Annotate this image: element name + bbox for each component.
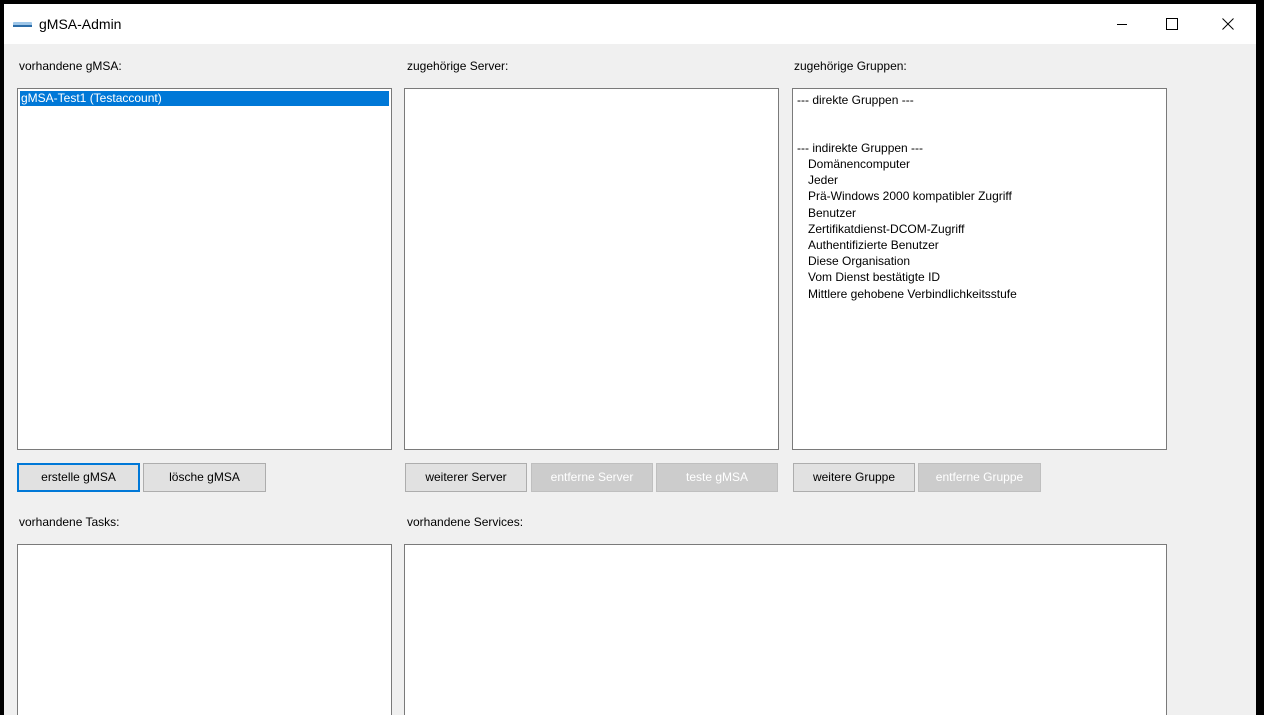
add-server-button[interactable]: weiterer Server <box>405 463 527 492</box>
group-item: Prä-Windows 2000 kompatibler Zugriff <box>808 189 1012 203</box>
app-icon <box>13 22 32 27</box>
tasks-listbox[interactable] <box>17 544 392 715</box>
group-item: Domänencomputer <box>808 157 911 171</box>
group-item: Mittlere gehobene Verbindlichkeitsstufe <box>808 287 1017 301</box>
title-bar[interactable]: gMSA-Admin <box>4 4 1260 44</box>
services-listbox[interactable] <box>404 544 1167 715</box>
group-item: Jeder <box>808 173 839 187</box>
minimize-button[interactable] <box>1094 4 1150 44</box>
test-gmsa-button[interactable]: teste gMSA <box>656 463 778 492</box>
gmsa-label: vorhandene gMSA: <box>19 59 122 73</box>
group-item: Diese Organisation <box>808 254 911 268</box>
maximize-button[interactable] <box>1144 4 1200 44</box>
group-item: Zertifikatdienst-DCOM-Zugriff <box>808 222 965 236</box>
servers-label: zugehörige Server: <box>407 59 509 73</box>
servers-listbox[interactable] <box>404 88 779 450</box>
remove-group-button[interactable]: entferne Gruppe <box>918 463 1041 492</box>
delete-gmsa-button[interactable]: lösche gMSA <box>143 463 266 492</box>
maximize-icon <box>1166 18 1178 30</box>
window-title: gMSA-Admin <box>39 16 122 32</box>
add-group-button[interactable]: weitere Gruppe <box>793 463 915 492</box>
minimize-icon <box>1117 24 1127 25</box>
group-item: Vom Dienst bestätigte ID <box>808 270 941 284</box>
group-item: Authentifizierte Benutzer <box>808 238 939 252</box>
close-icon <box>1222 18 1234 30</box>
groups-listbox[interactable]: --- direkte Gruppen --- --- indirekte Gr… <box>792 88 1167 450</box>
gmsa-listbox[interactable]: gMSA-Test1 (Testaccount) <box>17 88 392 450</box>
groups-label: zugehörige Gruppen: <box>794 59 907 73</box>
services-label: vorhandene Services: <box>407 515 524 529</box>
app-window: gMSA-Admin vorhandene gMSA: zugehörige S… <box>4 4 1260 715</box>
remove-server-button[interactable]: entferne Server <box>531 463 653 492</box>
create-gmsa-button[interactable]: erstelle gMSA <box>17 463 140 492</box>
group-item: Benutzer <box>808 206 857 220</box>
tasks-label: vorhandene Tasks: <box>19 515 120 529</box>
close-button[interactable] <box>1200 4 1256 44</box>
indirect-groups-header: --- indirekte Gruppen --- <box>797 141 924 155</box>
window-edge <box>1256 0 1264 715</box>
direct-groups-header: --- direkte Gruppen --- <box>797 93 914 107</box>
list-item[interactable]: gMSA-Test1 (Testaccount) <box>20 91 389 106</box>
